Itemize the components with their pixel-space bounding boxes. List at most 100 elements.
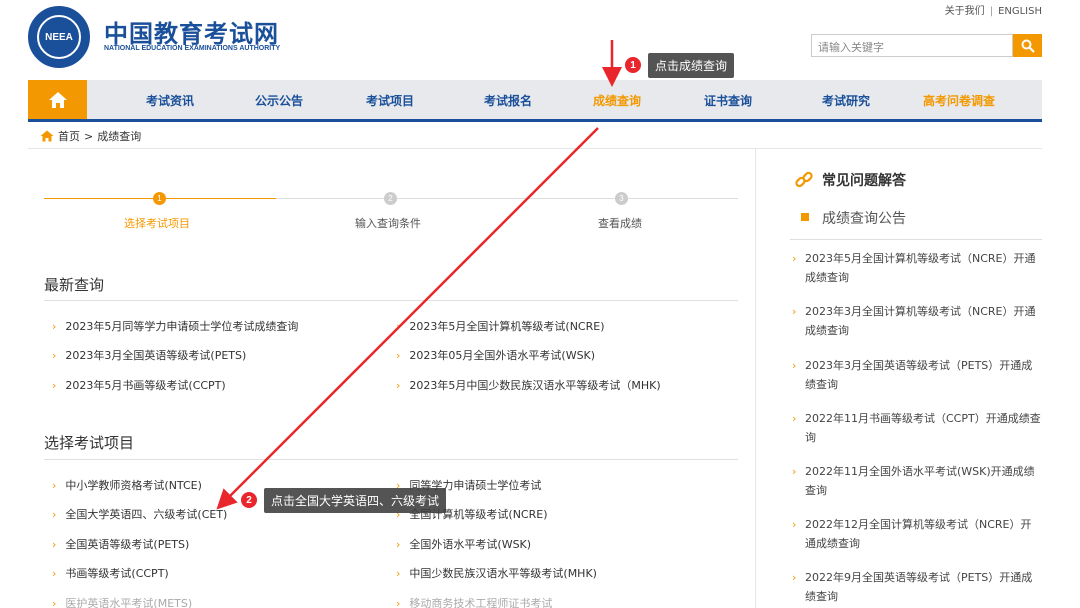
chevron-right-icon: ›	[396, 566, 401, 580]
notice-item-label: 2022年12月全国计算机等级考试（NCRE）开通成绩查询	[805, 518, 1032, 550]
chevron-right-icon: ›	[396, 596, 401, 608]
neea-logo-icon[interactable]: NEEA	[28, 6, 90, 68]
exam-link-cet[interactable]: › 全国大学英语四、六级考试(CET)	[52, 506, 227, 522]
search-input[interactable]: 请输入关键字	[811, 34, 1013, 57]
home-icon	[40, 130, 54, 142]
exam-link-label: 全国大学英语四、六级考试(CET)	[65, 508, 228, 521]
chevron-right-icon: ›	[396, 348, 401, 362]
step-progress-remaining	[276, 198, 738, 199]
recent-link-label: 2023年5月中国少数民族汉语水平等级考试（MHK)	[409, 379, 661, 392]
notice-item-label: 2022年9月全国英语等级考试（PETS）开通成绩查询	[805, 571, 1033, 603]
recent-link-label: 2023年5月书画等级考试(CCPT)	[65, 379, 226, 392]
step-2-dot: 2	[384, 192, 397, 205]
select-exam-title: 选择考试项目	[44, 434, 135, 452]
nav-item-announcements[interactable]: 公示公告	[255, 92, 303, 109]
chevron-right-icon: ›	[52, 378, 57, 392]
chevron-right-icon: ›	[52, 596, 57, 608]
chevron-right-icon: ›	[792, 412, 797, 425]
exam-link-label: 医护英语水平考试(METS)	[65, 597, 193, 608]
chevron-right-icon: ›	[52, 537, 57, 551]
chevron-right-icon: ›	[52, 507, 57, 521]
notice-item[interactable]: › 2022年11月全国外语水平考试(WSK)开通成绩查询	[792, 462, 1042, 500]
recent-link[interactable]: › 2023年5月同等学力申请硕士学位考试成绩查询	[52, 318, 298, 334]
exam-link-wsk[interactable]: › 全国外语水平考试(WSK)	[396, 536, 531, 552]
notice-item[interactable]: › 2023年3月全国英语等级考试（PETS）开通成绩查询	[792, 356, 1042, 394]
chevron-right-icon: ›	[792, 518, 797, 531]
logo-emblem-text: NEEA	[45, 31, 73, 43]
recent-link[interactable]: › 2023年3月全国英语等级考试(PETS)	[52, 347, 246, 363]
annotation-badge-2: 2	[241, 492, 257, 508]
recent-link[interactable]: › 2023年5月全国计算机等级考试(NCRE)	[396, 318, 604, 334]
recent-link[interactable]: › 2023年5月中国少数民族汉语水平等级考试（MHK)	[396, 377, 661, 393]
site-header: NEEA 中国教育考试网 NATIONAL EDUCATION EXAMINAT…	[0, 0, 1080, 80]
notice-item[interactable]: › 2022年12月全国计算机等级考试（NCRE）开通成绩查询	[792, 515, 1042, 553]
step-3-dot: 3	[615, 192, 628, 205]
exam-link-mobile-commerce[interactable]: › 移动商务技术工程师证书考试	[396, 595, 552, 608]
exam-link-mhk[interactable]: › 中国少数民族汉语水平等级考试(MHK)	[396, 565, 597, 581]
arrow-to-cet-link	[216, 127, 599, 510]
notice-title: 成绩查询公告	[822, 211, 906, 227]
chevron-right-icon: ›	[792, 252, 797, 265]
breadcrumb-home[interactable]: 首页	[58, 128, 80, 144]
exam-link-label: 全国外语水平考试(WSK)	[409, 538, 532, 551]
step-1-dot: 1	[153, 192, 166, 205]
breadcrumb-current: 成绩查询	[97, 130, 142, 143]
exam-link-pets[interactable]: › 全国英语等级考试(PETS)	[52, 536, 189, 552]
search-button[interactable]	[1013, 34, 1042, 57]
step-1-label: 选择考试项目	[124, 217, 190, 230]
breadcrumb: 首页 > 成绩查询	[40, 128, 141, 144]
chevron-right-icon: ›	[52, 478, 57, 492]
step-2-label: 输入查询条件	[355, 217, 421, 230]
notice-item-label: 2022年11月全国外语水平考试(WSK)开通成绩查询	[805, 465, 1035, 497]
annotation-callout-1: 点击成绩查询	[648, 53, 735, 78]
faq-title[interactable]: 常见问题解答	[822, 170, 906, 190]
notice-item-label: 2023年5月全国计算机等级考试（NCRE）开通成绩查询	[805, 252, 1036, 284]
recent-link-label: 2023年05月全国外语水平考试(WSK)	[409, 349, 596, 362]
top-links: 关于我们 | ENGLISH	[945, 2, 1042, 17]
breadcrumb-divider	[28, 148, 1042, 149]
nav-item-registration[interactable]: 考试报名	[484, 92, 532, 109]
sidebar-divider	[755, 149, 756, 608]
link-chain-icon	[795, 171, 813, 188]
recent-queries-title: 最新查询	[44, 276, 105, 294]
top-links-separator: |	[989, 6, 994, 17]
recent-link[interactable]: › 2023年05月全国外语水平考试(WSK)	[396, 347, 595, 363]
recent-link-label: 2023年3月全国英语等级考试(PETS)	[65, 349, 247, 362]
chevron-right-icon: ›	[52, 566, 57, 580]
annotation-badge-1: 1	[625, 57, 641, 73]
chevron-right-icon: ›	[52, 319, 57, 333]
recent-link-label: 2023年5月同等学力申请硕士学位考试成绩查询	[65, 320, 299, 333]
recent-link-label: 2023年5月全国计算机等级考试(NCRE)	[409, 320, 605, 333]
breadcrumb-separator: >	[84, 129, 94, 143]
notice-item[interactable]: › 2022年11月书画等级考试（CCPT）开通成绩查询	[792, 409, 1042, 447]
chevron-right-icon: ›	[792, 571, 797, 584]
exam-link-label: 全国英语等级考试(PETS)	[65, 538, 190, 551]
about-link[interactable]: 关于我们	[945, 2, 985, 17]
main-nav: 考试资讯 公示公告 考试项目 考试报名 成绩查询 证书查询 考试研究 高考问卷调…	[28, 80, 1042, 122]
notice-item[interactable]: › 2023年3月全国计算机等级考试（NCRE）开通成绩查询	[792, 302, 1042, 340]
exam-link-ccpt[interactable]: › 书画等级考试(CCPT)	[52, 565, 169, 581]
nav-item-exam-news[interactable]: 考试资讯	[146, 92, 194, 109]
nav-item-exam-research[interactable]: 考试研究	[822, 92, 870, 109]
nav-item-gaokao-survey[interactable]: 高考问卷调查	[923, 92, 995, 109]
chevron-right-icon: ›	[396, 537, 401, 551]
site-title[interactable]: 中国教育考试网	[104, 14, 279, 49]
site-subtitle: NATIONAL EDUCATION EXAMINATIONS AUTHORIT…	[104, 45, 281, 52]
notice-item[interactable]: › 2023年5月全国计算机等级考试（NCRE）开通成绩查询	[792, 249, 1042, 287]
notice-divider	[790, 239, 1042, 240]
nav-item-exam-projects[interactable]: 考试项目	[366, 92, 414, 109]
exam-link-mets[interactable]: › 医护英语水平考试(METS)	[52, 595, 192, 608]
home-button[interactable]	[28, 80, 87, 119]
step-3-label: 查看成绩	[598, 217, 642, 230]
exam-link-ntce[interactable]: › 中小学教师资格考试(NTCE)	[52, 477, 202, 493]
chevron-right-icon: ›	[396, 378, 401, 392]
chevron-right-icon: ›	[792, 359, 797, 372]
english-link[interactable]: ENGLISH	[998, 6, 1042, 17]
nav-item-certificate-query[interactable]: 证书查询	[704, 92, 752, 109]
notice-item[interactable]: › 2022年9月全国英语等级考试（PETS）开通成绩查询	[792, 568, 1042, 606]
recent-link[interactable]: › 2023年5月书画等级考试(CCPT)	[52, 377, 226, 393]
nav-item-score-query[interactable]: 成绩查询	[593, 92, 641, 109]
annotation-callout-2: 点击全国大学英语四、六级考试	[264, 488, 447, 513]
chevron-right-icon: ›	[792, 465, 797, 478]
search-icon	[1021, 39, 1035, 53]
